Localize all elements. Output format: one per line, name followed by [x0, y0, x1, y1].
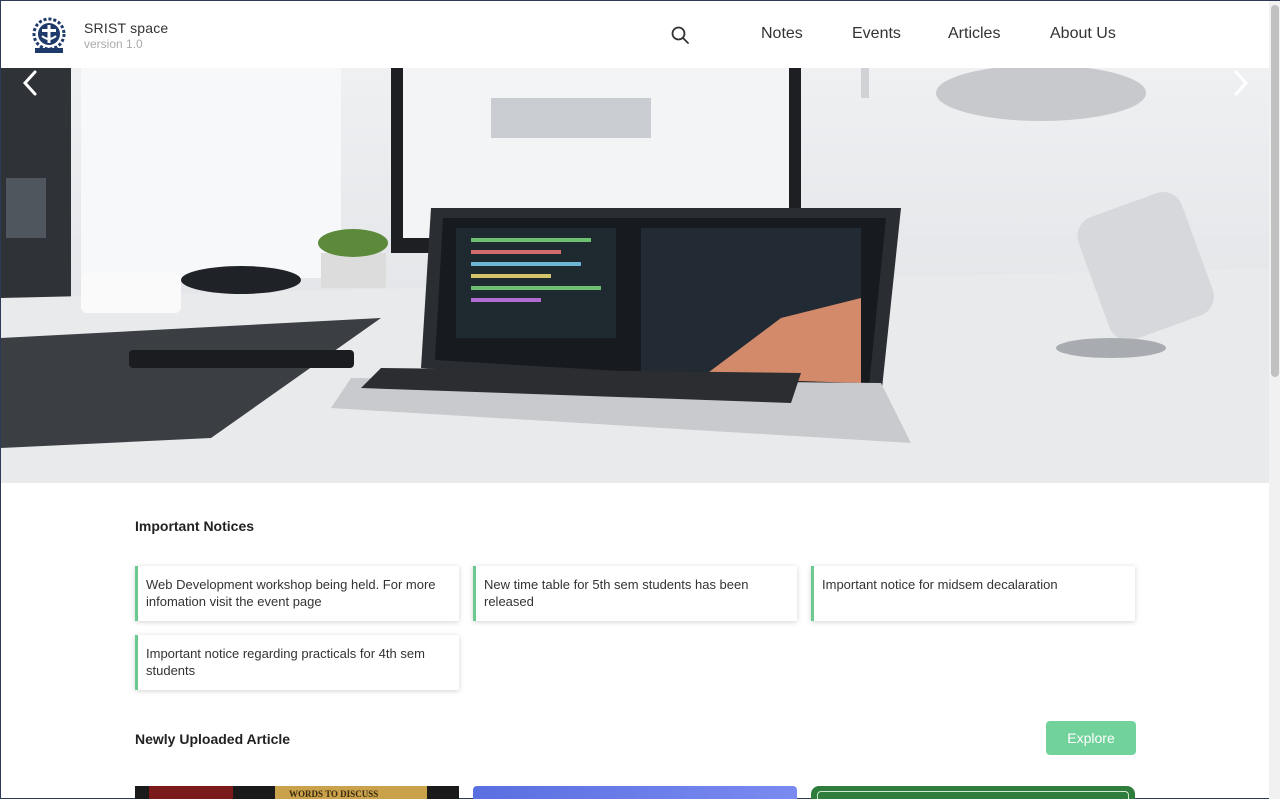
explore-button[interactable]: Explore [1046, 721, 1136, 755]
hero-image [1, 68, 1269, 483]
nav-notes[interactable]: Notes [761, 25, 803, 43]
site-header: SRIST space version 1.0 Notes Events Art… [1, 1, 1269, 68]
main-nav: Notes Events Articles About Us [1, 25, 1269, 47]
scrollbar-thumb[interactable] [1271, 5, 1279, 377]
hero-carousel [1, 68, 1269, 483]
notice-card[interactable]: New time table for 5th sem students has … [473, 566, 797, 621]
carousel-prev-button[interactable] [19, 68, 43, 98]
page-scrollbar[interactable] [1269, 1, 1280, 799]
article-thumbnail-strip [149, 786, 233, 799]
article-thumbnail-text: WORDS TO DISCUSS [289, 789, 379, 799]
article-card[interactable] [811, 786, 1135, 799]
notice-card[interactable]: Web Development workshop being held. For… [135, 566, 459, 621]
article-thumbnail-frame [817, 791, 1129, 799]
nav-events[interactable]: Events [852, 25, 901, 43]
notice-card[interactable]: Important notice regarding practicals fo… [135, 635, 459, 690]
article-card[interactable] [473, 786, 797, 799]
carousel-next-button[interactable] [1228, 68, 1252, 98]
notices-heading: Important Notices [135, 518, 255, 534]
nav-articles[interactable]: Articles [948, 25, 1000, 43]
notice-card[interactable]: Important notice for midsem decalaration [811, 566, 1135, 621]
article-card[interactable]: WORDS TO DISCUSS [135, 786, 459, 799]
nav-about-us[interactable]: About Us [1050, 25, 1116, 43]
articles-heading: Newly Uploaded Article [135, 731, 291, 747]
